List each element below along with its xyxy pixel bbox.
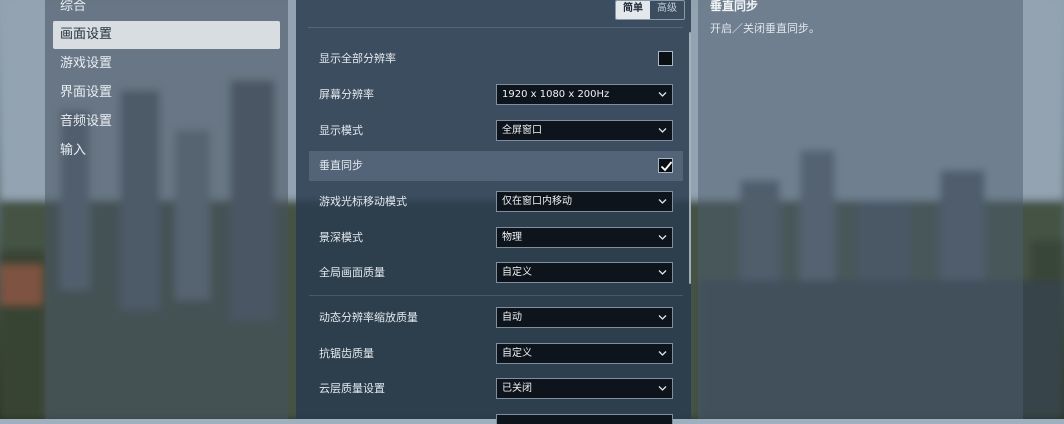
chevron-down-icon bbox=[658, 199, 667, 204]
setting-row-vsync: 垂直同步 bbox=[309, 151, 683, 181]
resolution-dropdown[interactable]: 1920 x 1080 x 200Hz bbox=[496, 84, 673, 105]
chevron-down-icon bbox=[658, 386, 667, 391]
chevron-down-icon bbox=[658, 315, 667, 320]
dropdown-value: 自定义 bbox=[502, 267, 532, 278]
setting-row-resolution: 屏幕分辨率 1920 x 1080 x 200Hz bbox=[309, 80, 683, 110]
setting-row-display-mode: 显示模式 全屏窗口 bbox=[309, 116, 683, 146]
mode-simple-button[interactable]: 简单 bbox=[616, 1, 650, 19]
checkmark-icon bbox=[660, 161, 673, 172]
chevron-down-icon bbox=[658, 351, 667, 356]
settings-sidebar: 综合 画面设置 游戏设置 界面设置 音频设置 输入 bbox=[45, 0, 288, 419]
setting-label: 显示全部分辨率 bbox=[319, 52, 396, 65]
sidebar-item-gameplay[interactable]: 游戏设置 bbox=[53, 50, 280, 78]
sidebar-item-interface[interactable]: 界面设置 bbox=[53, 79, 280, 107]
setting-row-dynamic-resolution: 动态分辨率缩放质量 自动 bbox=[309, 303, 683, 333]
vsync-checkbox[interactable] bbox=[658, 158, 673, 173]
setting-label: 垂直同步 bbox=[319, 159, 363, 172]
dropdown-value: 仅在窗口内移动 bbox=[502, 196, 572, 207]
dynamic-resolution-dropdown[interactable]: 自动 bbox=[496, 307, 673, 328]
header-divider bbox=[308, 27, 683, 28]
depth-of-field-dropdown[interactable]: 物理 bbox=[496, 227, 673, 248]
setting-label: 云层质量设置 bbox=[319, 382, 385, 395]
setting-row-antialiasing: 抗锯齿质量 自定义 bbox=[309, 339, 683, 369]
mode-advanced-button[interactable]: 高级 bbox=[650, 1, 684, 19]
description-panel bbox=[698, 0, 1023, 419]
setting-row-cursor-mode: 游戏光标移动模式 仅在窗口内移动 bbox=[309, 187, 683, 217]
setting-label: 景深模式 bbox=[319, 231, 363, 244]
setting-label: 动态分辨率缩放质量 bbox=[319, 311, 418, 324]
section-divider bbox=[309, 295, 683, 296]
sidebar-item-audio[interactable]: 音频设置 bbox=[53, 108, 280, 136]
chevron-down-icon bbox=[658, 270, 667, 275]
sidebar-item-graphics[interactable]: 画面设置 bbox=[53, 21, 280, 49]
setting-label: 游戏光标移动模式 bbox=[319, 195, 407, 208]
setting-label: 屏幕分辨率 bbox=[319, 88, 374, 101]
setting-row-cloud-quality: 云层质量设置 已关闭 bbox=[309, 374, 683, 404]
mode-toggle: 简单 高级 bbox=[615, 0, 685, 20]
cursor-mode-dropdown[interactable]: 仅在窗口内移动 bbox=[496, 191, 673, 212]
antialiasing-dropdown[interactable]: 自定义 bbox=[496, 343, 673, 364]
dropdown-value: 物理 bbox=[502, 232, 522, 243]
dropdown-value: 自动 bbox=[502, 312, 522, 323]
chevron-down-icon bbox=[658, 128, 667, 133]
chevron-down-icon bbox=[658, 92, 667, 97]
chevron-down-icon bbox=[658, 235, 667, 240]
setting-row-show-all-resolutions: 显示全部分辨率 bbox=[309, 44, 683, 74]
setting-label: 显示模式 bbox=[319, 124, 363, 137]
next-setting-dropdown[interactable] bbox=[496, 414, 673, 424]
dropdown-value: 1920 x 1080 x 200Hz bbox=[502, 89, 610, 100]
description-title: 垂直同步 bbox=[710, 0, 759, 13]
setting-row-depth-of-field: 景深模式 物理 bbox=[309, 223, 683, 253]
global-quality-dropdown[interactable]: 自定义 bbox=[496, 262, 673, 283]
dropdown-value: 全屏窗口 bbox=[502, 125, 542, 136]
description-text: 开启／关闭垂直同步。 bbox=[710, 22, 820, 35]
setting-label: 抗锯齿质量 bbox=[319, 347, 374, 360]
setting-row-global-quality: 全局画面质量 自定义 bbox=[309, 258, 683, 288]
settings-scrollbar[interactable] bbox=[689, 32, 691, 284]
dropdown-value: 已关闭 bbox=[502, 383, 532, 394]
show-all-resolutions-checkbox[interactable] bbox=[658, 51, 673, 66]
sidebar-item-input[interactable]: 输入 bbox=[53, 137, 280, 165]
sidebar-item-general[interactable]: 综合 bbox=[53, 0, 280, 21]
dropdown-value: 自定义 bbox=[502, 348, 532, 359]
setting-label: 全局画面质量 bbox=[319, 266, 385, 279]
display-mode-dropdown[interactable]: 全屏窗口 bbox=[496, 120, 673, 141]
cloud-quality-dropdown[interactable]: 已关闭 bbox=[496, 378, 673, 399]
